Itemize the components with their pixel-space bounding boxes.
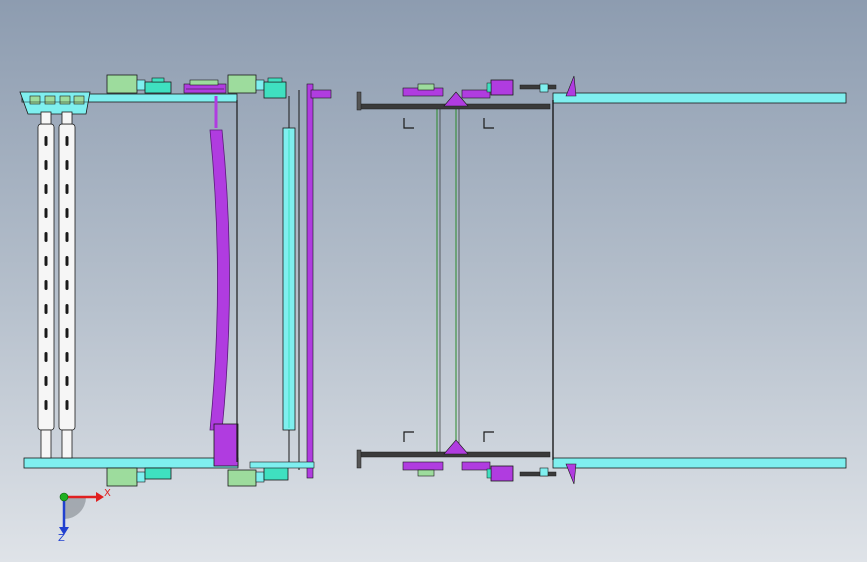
roller-slot [44, 352, 48, 362]
roller-slot [65, 328, 69, 338]
roller-slot [65, 160, 69, 170]
left-bottom-rail [23, 457, 239, 469]
y-axis-dot [59, 492, 69, 502]
top-left-bracket [19, 91, 91, 115]
roller-slot [65, 136, 69, 146]
right-assembly [356, 75, 847, 485]
roller-slot [65, 352, 69, 362]
assembly-drawing: X Z [19, 74, 847, 544]
left-assembly [19, 74, 332, 487]
top-gear-block [183, 79, 227, 94]
triad-shadow [64, 497, 86, 519]
bottom-motor-1 [106, 467, 172, 487]
roller-slot [65, 304, 69, 314]
roller-slot [44, 376, 48, 386]
x-axis-arrowhead [96, 492, 104, 502]
roller-slot [44, 208, 48, 218]
roller-slot [65, 232, 69, 242]
axis-triad[interactable]: X Z [58, 488, 111, 544]
roller-slot [65, 376, 69, 386]
roller-slot [44, 136, 48, 146]
roller-slot [44, 280, 48, 290]
roller-slot [44, 184, 48, 194]
right-bottom-rail [552, 457, 847, 469]
bottom-motor-2 [227, 461, 315, 487]
roller-slot [44, 328, 48, 338]
roller-slot [65, 256, 69, 266]
roller-slot [65, 208, 69, 218]
roller-slot [44, 160, 48, 170]
roller-slot [65, 184, 69, 194]
roller-slot [65, 280, 69, 290]
roller-slot [65, 400, 69, 410]
side-plate [306, 83, 332, 479]
x-axis-label: X [104, 488, 111, 499]
roller-slot [44, 256, 48, 266]
roller-slot [44, 304, 48, 314]
roller-slot [44, 400, 48, 410]
cad-viewport[interactable]: X Z [0, 0, 867, 562]
top-actuator-cluster [402, 75, 577, 129]
top-motor-1 [106, 74, 172, 94]
z-axis-label: Z [58, 533, 65, 544]
roller-slot [44, 232, 48, 242]
right-top-rail [552, 92, 847, 104]
bow-roller [209, 96, 239, 467]
tension-bar [282, 96, 296, 465]
